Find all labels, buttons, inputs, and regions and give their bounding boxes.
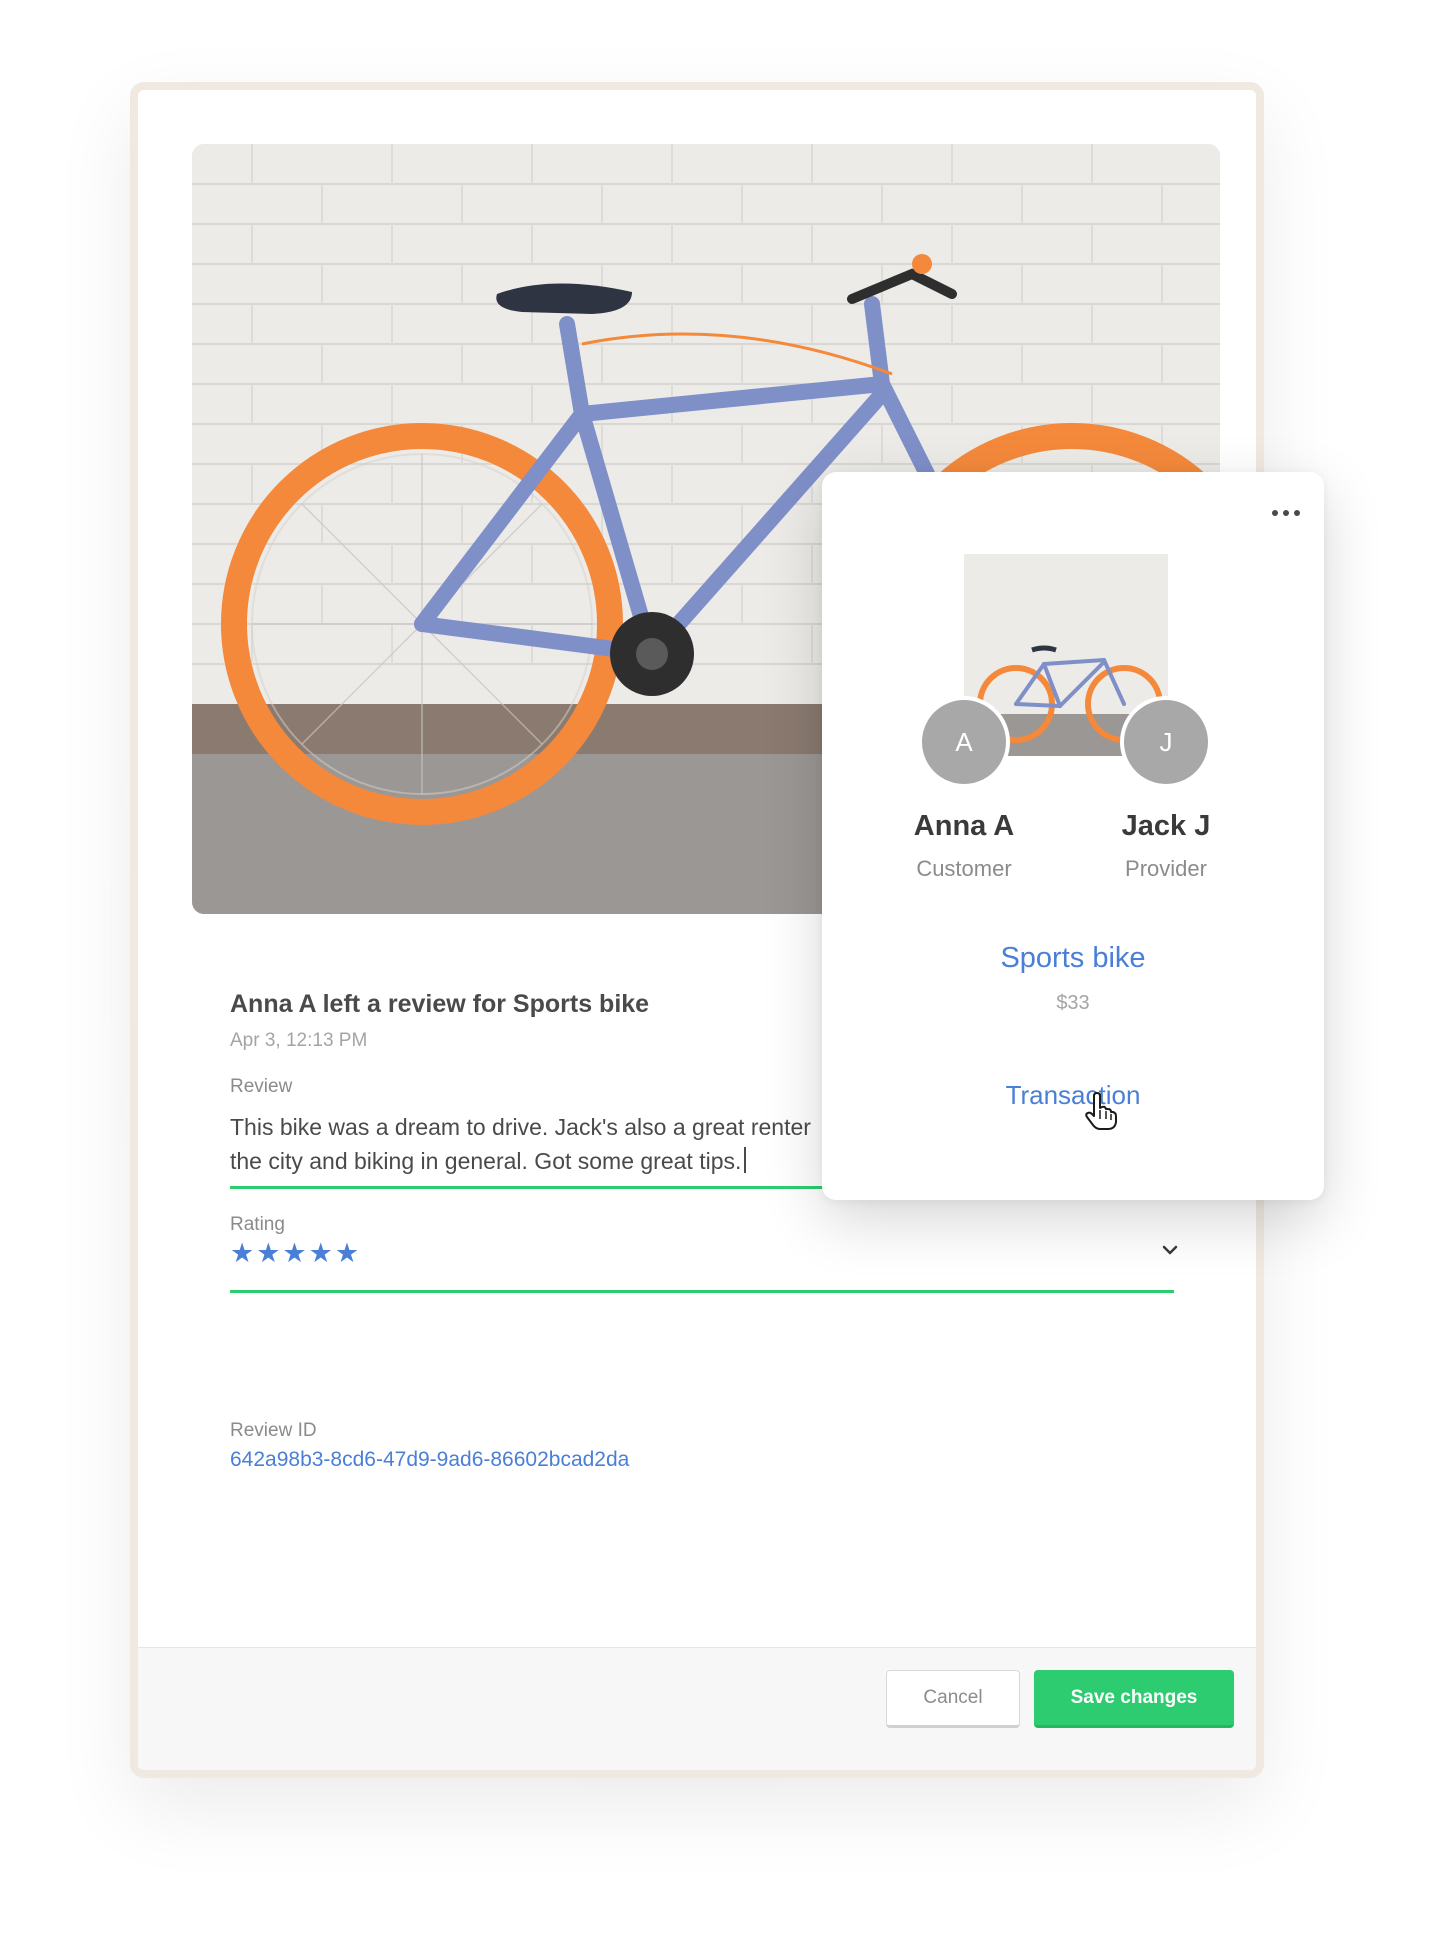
review-text-line-2: the city and biking in general. Got some… bbox=[230, 1148, 742, 1174]
form-footer: Cancel Save changes bbox=[138, 1647, 1256, 1770]
provider-name: Jack J bbox=[1121, 810, 1211, 842]
review-id-label: Review ID bbox=[230, 1420, 317, 1441]
listing-link[interactable]: Sports bike bbox=[822, 942, 1324, 975]
customer-role: Customer bbox=[916, 856, 1012, 881]
text-caret bbox=[744, 1147, 747, 1173]
provider-avatar[interactable]: J bbox=[1120, 696, 1212, 788]
rating-field-underline bbox=[230, 1290, 1174, 1293]
review-heading: Anna A left a review for Sports bike bbox=[230, 990, 650, 1018]
save-changes-button[interactable]: Save changes bbox=[1034, 1670, 1234, 1728]
rating-select[interactable]: ★★★★★ bbox=[230, 1238, 361, 1269]
star-icon: ★★★★★ bbox=[230, 1238, 362, 1268]
listing-price: $33 bbox=[1056, 992, 1090, 1014]
review-label: Review bbox=[230, 1076, 293, 1097]
transaction-link[interactable]: Transaction bbox=[822, 1080, 1324, 1111]
customer-avatar[interactable]: A bbox=[918, 696, 1010, 788]
review-timestamp: Apr 3, 12:13 PM bbox=[230, 1030, 368, 1051]
provider-role: Provider bbox=[1125, 856, 1207, 881]
hand-cursor-icon bbox=[1085, 1092, 1117, 1130]
rating-label: Rating bbox=[230, 1214, 285, 1235]
more-icon[interactable] bbox=[1272, 510, 1300, 516]
chevron-down-icon[interactable] bbox=[1158, 1238, 1182, 1262]
customer-name: Anna A bbox=[913, 810, 1015, 842]
cancel-button[interactable]: Cancel bbox=[886, 1670, 1020, 1728]
review-id-link[interactable]: 642a98b3-8cd6-47d9-9ad6-86602bcad2da bbox=[230, 1448, 629, 1472]
transaction-summary-popup: A J Anna A Customer Jack J Provider Spor… bbox=[822, 472, 1324, 1200]
